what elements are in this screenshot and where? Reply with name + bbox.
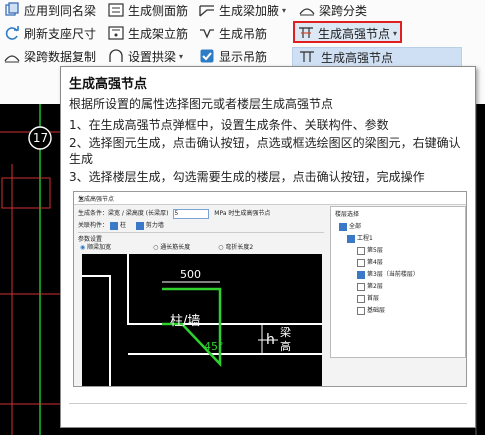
chevron-down-icon: ▾ — [179, 51, 184, 61]
preview-floor-label: 第2层 — [367, 283, 383, 290]
preview-drawing-lines — [82, 254, 322, 386]
preview-tree-proj-label: 工程1 — [357, 235, 373, 242]
chevron-down-icon: ▾ — [393, 28, 398, 38]
preview-floor-label: 第3层（当前楼层） — [367, 271, 419, 278]
preview-tree-header: 楼层选择 — [335, 211, 360, 218]
span-classify-button[interactable]: 梁跨分类 — [299, 0, 367, 20]
span-classify-label: 梁跨分类 — [319, 3, 368, 18]
preview-h-label: h — [266, 332, 275, 348]
apply-same-beam-button[interactable]: 应用到同名梁 — [4, 0, 96, 20]
preview-floor-item: 基础层 — [357, 305, 385, 315]
preview-radio-3: 弯折长度2 — [225, 244, 254, 251]
apply-same-beam-label: 应用到同名梁 — [24, 3, 97, 18]
show-hanger-checkbox[interactable]: 显示吊筋 — [199, 46, 267, 66]
preview-cond-value: 5 — [174, 209, 179, 217]
preview-cond-label: 生成条件： — [78, 210, 109, 217]
tooltip-subtitle: 根据所设置的属性选择图元或者楼层生成高强节点 — [69, 97, 334, 111]
tooltip-step-2: 2、选择图元生成，点击确认按钮，点选或框选绘图区的梁图元，右键确认生成 — [69, 136, 461, 166]
gen-strong-node-label: 生成高强节点 — [318, 26, 391, 41]
radio-selected-icon: ◉ — [80, 244, 86, 251]
radio-icon: ○ — [153, 244, 159, 251]
preview-floor-tree: 楼层选择 全部 工程1 第5层 第4层 第3层（当前楼层） 第2层 首层 基础层 — [330, 206, 466, 358]
preview-cond-text: 梁宽 / 梁高度 (长梁厚) — [108, 210, 169, 217]
preview-floor-item: 首层 — [357, 293, 379, 303]
set-arch-beam-button[interactable]: 设置拱梁 ▾ — [108, 46, 183, 66]
chevron-down-icon: ▾ — [282, 5, 287, 15]
dropdown-item-strong-node[interactable]: 生成高强节点 — [292, 47, 462, 67]
radio-icon: ○ — [218, 244, 224, 251]
refresh-support-label: 刷新支座尺寸 — [24, 26, 97, 41]
preview-floor-item: 第5层 — [357, 245, 383, 255]
preview-tree-root: 全部 — [339, 221, 361, 231]
preview-dim-500: 500 — [180, 268, 201, 281]
preview-assoc-label: 关联构件： — [78, 222, 109, 229]
preview-tree-root-label: 全部 — [349, 223, 362, 230]
preview-assoc-row: 关联构件： 柱 剪力墙 — [78, 220, 164, 230]
tooltip-step-1: 1、在生成高强节点弹框中，设置生成条件、关联构件、参数 — [69, 118, 389, 132]
preview-assoc-shear: 剪力墙 — [145, 222, 164, 229]
checkbox-icon — [109, 221, 118, 230]
set-arch-beam-label: 设置拱梁 — [128, 49, 177, 64]
preview-cond-suffix: MPa 时生成高强节点 — [214, 210, 271, 217]
copy-beam-icon — [4, 2, 20, 18]
preview-floor-item: 第3层（当前楼层） — [357, 269, 419, 279]
arch-icon — [108, 48, 124, 64]
refresh-support-button[interactable]: 刷新支座尺寸 — [4, 23, 96, 43]
gen-hanger-button[interactable]: 生成吊筋 — [199, 23, 267, 43]
preview-col-label: 柱/墙 — [170, 314, 201, 329]
tooltip-divider — [69, 403, 467, 404]
dropdown-item-label: 生成高强节点 — [321, 50, 394, 65]
preview-floor-label: 第5层 — [367, 247, 383, 254]
preview-cond-row: 生成条件：梁宽 / 梁高度 (长梁厚) 5 MPa 时生成高强节点 — [78, 208, 270, 219]
copy-span-data-label: 梁跨数据复制 — [24, 49, 97, 64]
tooltip-title: 生成高强节点 — [69, 77, 148, 92]
preview-cond-input: 5 — [173, 208, 210, 219]
gen-hanger-label: 生成吊筋 — [219, 26, 268, 41]
axis-label: 17 — [32, 131, 49, 145]
show-hanger-label: 显示吊筋 — [219, 49, 268, 64]
preview-drawing: 500 柱/墙 45° h 梁 高 — [82, 254, 322, 386]
tooltip-panel: 生成高强节点 根据所设置的属性选择图元或者楼层生成高强节点 1、在生成高强节点弹… — [60, 66, 476, 428]
preview-high-label: 高 — [280, 340, 291, 353]
preview-radio-1: 顺梁加宽 — [87, 244, 112, 251]
preview-radio-row: ◉ 顺梁加宽 ○ 通长筋长度 ○ 弯折长度2 — [80, 242, 253, 251]
gen-stirrup-button[interactable]: 生成架立筋 — [108, 23, 188, 43]
copy-span-data-button[interactable]: 梁跨数据复制 — [4, 46, 96, 66]
gen-side-rebar-label: 生成侧面筋 — [128, 3, 189, 18]
stirrup-icon — [108, 25, 124, 41]
gen-haunch-button[interactable]: 生成梁加腋 ▾ — [199, 0, 286, 20]
preview-screenshot: 生成高强节点 × 生成条件：梁宽 / 梁高度 (长梁厚) 5 MPa 时生成高强… — [73, 191, 467, 387]
refresh-icon — [4, 25, 20, 41]
haunch-icon — [199, 2, 215, 18]
preview-floor-label: 基础层 — [367, 307, 386, 314]
gen-side-rebar-button[interactable]: 生成侧面筋 — [108, 0, 188, 20]
preview-titlebar: 生成高强节点 × — [74, 192, 466, 205]
gen-strong-node-button[interactable]: 生成高强节点 ▾ — [298, 23, 397, 43]
preview-floor-label: 首层 — [367, 295, 380, 302]
tooltip-step-3: 3、选择楼层生成，勾选需要生成的楼层，点击确认按钮，完成操作 — [69, 170, 425, 184]
close-icon: × — [78, 194, 85, 203]
span-icon — [299, 2, 315, 18]
checkbox-icon — [199, 48, 215, 64]
gen-haunch-label: 生成梁加腋 — [219, 3, 280, 18]
hanger-icon — [199, 25, 215, 41]
strong-node-icon — [299, 49, 315, 65]
gen-stirrup-label: 生成架立筋 — [128, 26, 189, 41]
preview-floor-item: 第2层 — [357, 281, 383, 291]
strong-node-icon — [298, 25, 314, 41]
preview-floor-label: 第4层 — [367, 259, 383, 266]
side-rebar-icon — [108, 2, 124, 18]
preview-tree-proj: 工程1 — [347, 233, 373, 243]
preview-radio-2: 通长筋长度 — [160, 244, 191, 251]
preview-floor-item: 第4层 — [357, 257, 383, 267]
copy-span-icon — [4, 48, 20, 64]
preview-angle-label: 45° — [204, 340, 224, 353]
checkbox-icon — [135, 221, 144, 230]
preview-assoc-col: 柱 — [119, 222, 126, 229]
